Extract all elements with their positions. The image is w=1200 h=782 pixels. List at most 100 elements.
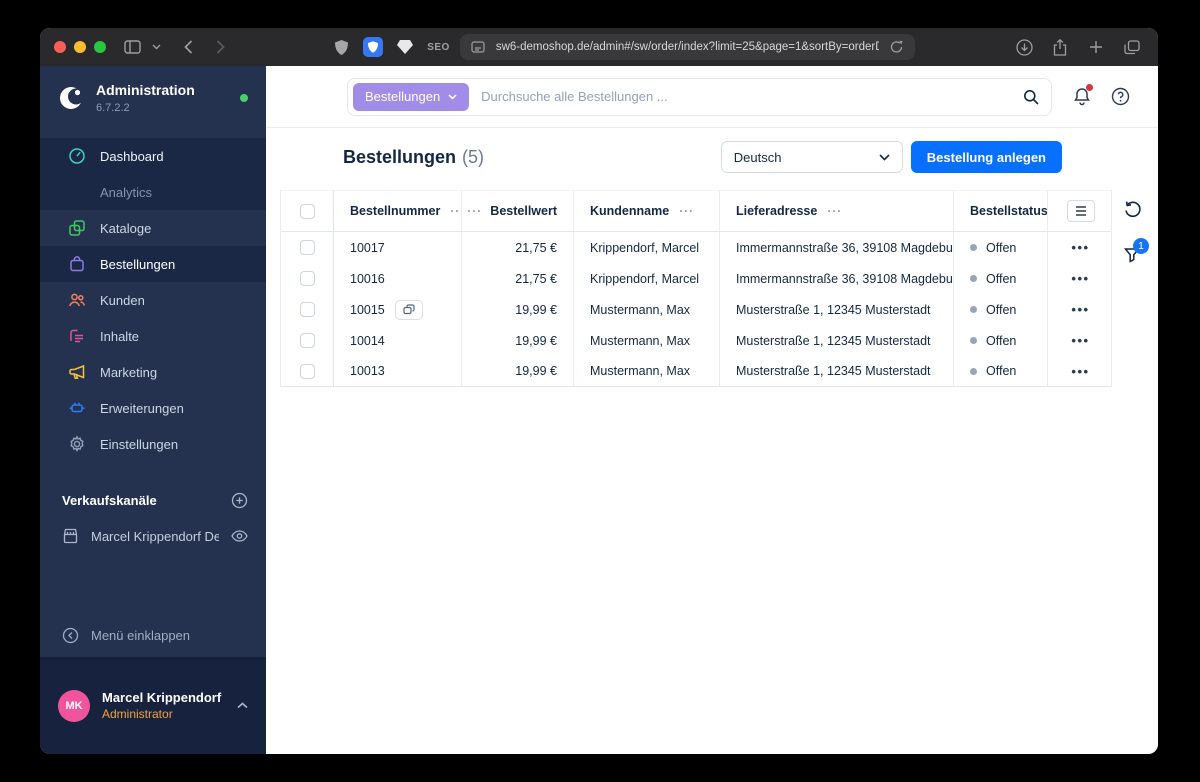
sidebar-item-label: Kataloge xyxy=(100,220,152,236)
sidebar-item-dashboard[interactable]: Dashboard xyxy=(40,138,266,174)
minimize-window-button[interactable] xyxy=(74,41,86,53)
sales-channel-item[interactable]: Marcel Krippendorf De... xyxy=(40,518,266,554)
diamond-extension-icon[interactable] xyxy=(393,35,417,59)
table-row[interactable]: 10016 21,75 € Krippendorf, Marcel Immerm… xyxy=(281,263,1111,294)
order-number[interactable]: 10015 xyxy=(350,303,385,317)
row-checkbox[interactable] xyxy=(299,271,315,286)
smart-bar: Bestellungen (5) Deutsch Bestellung anle… xyxy=(266,128,1158,186)
url-text[interactable]: sw6-demoshop.de/admin#/sw/order/index?li… xyxy=(496,41,879,53)
row-checkbox[interactable] xyxy=(299,363,315,379)
table-settings-button[interactable] xyxy=(1066,200,1095,222)
table-row[interactable]: 10013 19,99 € Mustermann, Max Musterstra… xyxy=(281,356,1111,387)
new-tab-icon[interactable] xyxy=(1084,35,1108,59)
sidebar-item-einstellungen[interactable]: Einstellungen xyxy=(40,426,266,462)
order-value: 21,75 € xyxy=(515,271,557,286)
row-context-menu-button[interactable]: ••• xyxy=(1071,364,1089,379)
admin-sidebar: Administration 6.7.2.2 Dashboard Analyti… xyxy=(40,66,266,754)
sidebar-chevron-down-icon[interactable] xyxy=(144,35,168,59)
eye-icon[interactable] xyxy=(231,530,248,542)
forward-button[interactable] xyxy=(208,35,232,59)
refresh-button[interactable] xyxy=(1123,200,1142,219)
share-icon[interactable] xyxy=(1048,35,1072,59)
column-header-value[interactable]: Bestellwert xyxy=(490,204,557,218)
table-row[interactable]: 10017 21,75 € Krippendorf, Marcel Immerm… xyxy=(281,232,1111,263)
tab-overview-icon[interactable] xyxy=(1120,35,1144,59)
close-window-button[interactable] xyxy=(54,41,66,53)
password-manager-extension-icon[interactable] xyxy=(363,37,384,57)
storefront-icon xyxy=(62,528,79,544)
language-select[interactable]: Deutsch xyxy=(720,141,903,173)
column-options-icon[interactable]: ··· xyxy=(467,204,482,218)
customer-name: Mustermann, Max xyxy=(590,364,691,378)
help-button[interactable] xyxy=(1111,87,1130,106)
customer-name: Krippendorf, Marcel xyxy=(590,271,700,286)
row-context-menu-button[interactable]: ••• xyxy=(1071,302,1089,317)
order-number[interactable]: 10014 xyxy=(350,334,385,348)
sidebar-item-erweiterungen[interactable]: Erweiterungen xyxy=(40,390,266,426)
sidebar-item-bestellungen[interactable]: Bestellungen xyxy=(40,246,266,282)
back-button[interactable] xyxy=(176,35,200,59)
global-search[interactable]: Bestellungen Durchsuche alle Bestellunge… xyxy=(347,77,1052,116)
column-header-customer[interactable]: Kundenname xyxy=(590,204,669,218)
row-context-menu-button[interactable]: ••• xyxy=(1071,333,1089,348)
reader-view-icon[interactable] xyxy=(470,35,486,59)
column-options-icon[interactable]: ··· xyxy=(450,204,461,218)
sidebar-item-kataloge[interactable]: Kataloge xyxy=(40,210,266,246)
row-checkbox[interactable] xyxy=(299,302,315,317)
reload-icon[interactable] xyxy=(889,35,905,59)
column-header-address[interactable]: Lieferadresse xyxy=(736,204,817,218)
row-context-menu-button[interactable]: ••• xyxy=(1071,240,1089,255)
status-badge: Offen xyxy=(986,364,1017,378)
browser-sidebar-icon[interactable] xyxy=(120,35,144,59)
row-checkbox[interactable] xyxy=(299,240,315,255)
status-badge: Offen xyxy=(986,333,1017,348)
brand-header: Administration 6.7.2.2 xyxy=(40,66,266,130)
page-title: Bestellungen xyxy=(343,146,457,167)
collapse-menu-button[interactable]: Menü einklappen xyxy=(40,617,266,653)
add-sales-channel-button[interactable] xyxy=(231,492,248,509)
order-comments-button[interactable] xyxy=(394,299,423,320)
browser-chrome: SEO sw6-demoshop.de/admin#/sw/order/inde… xyxy=(40,28,1158,66)
notifications-button[interactable] xyxy=(1073,84,1093,106)
sidebar-item-marketing[interactable]: Marketing xyxy=(40,354,266,390)
select-all-checkbox[interactable] xyxy=(299,203,315,219)
sidebar-item-label: Dashboard xyxy=(100,148,164,164)
search-input[interactable]: Durchsuche alle Bestellungen ... xyxy=(481,89,1023,104)
order-number[interactable]: 10017 xyxy=(350,241,385,255)
table-row[interactable]: 10015 19,99 € Mustermann, Max Musterstra… xyxy=(281,294,1111,325)
chevron-left-circle-icon xyxy=(62,627,79,644)
user-menu[interactable]: MK Marcel Krippendorf Administrator xyxy=(40,657,266,754)
content-icon xyxy=(68,327,86,345)
extension-icons: SEO xyxy=(329,35,450,59)
downloads-icon[interactable] xyxy=(1012,35,1036,59)
dashboard-icon xyxy=(68,147,86,165)
filter-button[interactable]: 1 xyxy=(1123,238,1149,264)
row-context-menu-button[interactable]: ••• xyxy=(1071,271,1089,286)
sidebar-item-label: Erweiterungen xyxy=(100,400,184,416)
delivery-address: Immermannstraße 36, 39108 Magdeburg xyxy=(736,240,953,255)
seo-extension-label[interactable]: SEO xyxy=(427,42,450,53)
sales-channels-section: Verkaufskanäle Marcel Krippendorf De... xyxy=(40,482,266,554)
order-number[interactable]: 10016 xyxy=(350,272,385,286)
order-list-area: Bestellnummer ··· ··· Bestellwert Kunden… xyxy=(266,186,1158,754)
url-bar[interactable]: sw6-demoshop.de/admin#/sw/order/index?li… xyxy=(459,34,915,60)
column-header-status[interactable]: Bestellstatus xyxy=(970,204,1047,218)
column-header-number[interactable]: Bestellnummer xyxy=(350,204,440,218)
column-options-icon[interactable]: ··· xyxy=(827,204,842,218)
shield-extension-icon[interactable] xyxy=(329,35,353,59)
status-dot xyxy=(970,306,977,313)
sidebar-item-label: Analytics xyxy=(100,184,153,200)
sidebar-item-label: Einstellungen xyxy=(100,436,179,452)
column-options-icon[interactable]: ··· xyxy=(679,204,694,218)
search-icon[interactable] xyxy=(1023,89,1039,105)
search-scope-pill[interactable]: Bestellungen xyxy=(353,82,470,111)
sidebar-item-inhalte[interactable]: Inhalte xyxy=(40,318,266,354)
table-row[interactable]: 10014 19,99 € Mustermann, Max Musterstra… xyxy=(281,325,1111,356)
chevron-down-icon xyxy=(879,153,890,161)
row-checkbox[interactable] xyxy=(299,333,315,348)
order-number[interactable]: 10013 xyxy=(350,364,385,378)
sidebar-item-analytics[interactable]: Analytics xyxy=(40,174,266,210)
zoom-window-button[interactable] xyxy=(94,41,106,53)
create-order-button[interactable]: Bestellung anlegen xyxy=(910,141,1062,173)
sidebar-item-kunden[interactable]: Kunden xyxy=(40,282,266,318)
